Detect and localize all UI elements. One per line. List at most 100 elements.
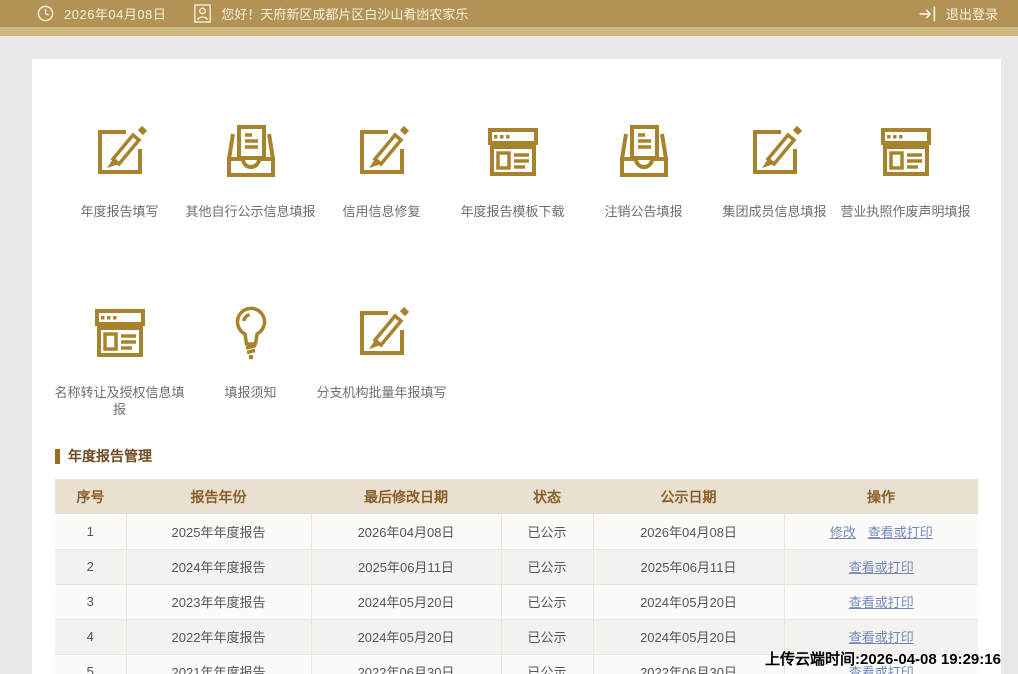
- table-row: 3 2023年年度报告 2024年05月20日 已公示 2024年05月20日 查看或打印: [55, 584, 978, 620]
- main-panel: 年度报告填写 其他自行公示信息填报 信用信息修复 年度报告模板下载 注销公告填报…: [32, 59, 1001, 674]
- current-date: 2026年04月08日: [64, 7, 167, 22]
- upload-time-overlay: 上传云端时间:2026-04-08 19:29:16: [765, 651, 1001, 668]
- menu-item-group-member-info-fill[interactable]: 集团成员信息填报: [709, 111, 840, 220]
- column-header-col-year: 报告年份: [126, 479, 311, 514]
- column-header-col-publish-date: 公示日期: [593, 479, 784, 514]
- menu-item-label: 分支机构批量年报填写: [316, 385, 447, 400]
- menu-item-branch-batch-annual-report-fill[interactable]: 分支机构批量年报填写: [316, 292, 447, 418]
- browser-list-icon: [487, 128, 538, 176]
- cell-index: 3: [55, 584, 127, 620]
- cell-publish-date: 2025年06月11日: [593, 549, 785, 585]
- cell-last-modified: 2026年04月08日: [311, 514, 502, 550]
- table-row: 2 2024年年度报告 2025年06月11日 已公示 2025年06月11日 查看或打印: [55, 549, 978, 585]
- menu-item-label: 集团成员信息填报: [722, 204, 827, 219]
- cell-actions: 查看或打印: [784, 549, 978, 585]
- cell-publish-date: 2024年05月20日: [593, 619, 785, 655]
- menu-icon-wrap: [611, 111, 677, 191]
- view-or-print-link[interactable]: 查看或打印: [849, 560, 914, 575]
- menu-icon-wrap: [218, 111, 284, 191]
- menu-icon-wrap: [480, 111, 546, 191]
- menu-item-label: 营业执照作废声明填报: [840, 204, 971, 219]
- topbar-accent-strip: [0, 27, 1018, 36]
- cell-last-modified: 2022年06月30日: [311, 654, 502, 674]
- browser-list-icon: [880, 128, 931, 176]
- section-title-marker: [55, 448, 60, 464]
- menu-item-name-transfer-authorization-fill[interactable]: 名称转让及授权信息填报: [54, 292, 185, 418]
- user-greeting: 您好！天府新区成都片区白沙山肴凼农家乐: [221, 7, 469, 22]
- column-header-col-actions: 操作: [784, 479, 978, 514]
- table-header-row: 序号 报告年份 最后修改日期 状态 公示日期 操作: [55, 479, 978, 514]
- cell-report-year: 2022年年度报告: [126, 619, 312, 655]
- lightbulb-icon: [235, 306, 266, 359]
- cell-publish-date: 2022年06月30日: [593, 654, 785, 674]
- menu-item-label: 年度报告模板下载: [460, 204, 565, 219]
- logout-label: 退出登录: [945, 7, 998, 22]
- menu-icon-wrap: [87, 111, 153, 191]
- menu-row-1: 年度报告填写 其他自行公示信息填报 信用信息修复 年度报告模板下载 注销公告填报…: [32, 111, 1001, 220]
- cell-last-modified: 2024年05月20日: [311, 619, 502, 655]
- cell-status: 已公示: [501, 514, 594, 550]
- cell-status: 已公示: [501, 619, 594, 655]
- cell-index: 5: [55, 654, 127, 674]
- view-or-print-link[interactable]: 查看或打印: [868, 525, 933, 540]
- menu-icon-wrap: [873, 111, 939, 191]
- edit-document-icon: [359, 125, 409, 174]
- logout-button[interactable]: 退出登录: [917, 4, 998, 23]
- cell-index: 2: [55, 549, 127, 585]
- cell-status: 已公示: [501, 549, 594, 585]
- cell-actions: 查看或打印: [784, 584, 978, 620]
- topbar-left: 2026年04月08日 您好！天府新区成都片区白沙山肴凼农家乐: [36, 4, 468, 23]
- cell-status: 已公示: [501, 584, 594, 620]
- menu-row-2: 名称转让及授权信息填报 填报须知 分支机构批量年报填写: [32, 292, 1001, 418]
- browser-list-icon: [94, 309, 145, 357]
- menu-icon-wrap: [349, 111, 415, 191]
- menu-item-label: 其他自行公示信息填报: [185, 204, 316, 219]
- cell-report-year: 2021年年度报告: [126, 654, 312, 674]
- menu-item-credit-info-repair[interactable]: 信用信息修复: [316, 111, 447, 220]
- cell-publish-date: 2024年05月20日: [593, 584, 785, 620]
- menu-icon-wrap: [218, 292, 284, 372]
- menu-item-label: 注销公告填报: [604, 204, 683, 219]
- inbox-document-icon: [226, 125, 275, 177]
- cell-actions: 修改 查看或打印: [784, 514, 978, 550]
- annual-report-table: 序号 报告年份 最后修改日期 状态 公示日期 操作 1 2025年年度报告 2026年04月0…: [55, 479, 978, 674]
- menu-item-annual-report-fill[interactable]: 年度报告填写: [54, 111, 185, 220]
- menu-item-label: 年度报告填写: [80, 204, 159, 219]
- cell-report-year: 2023年年度报告: [126, 584, 312, 620]
- menu-item-cancellation-notice-fill[interactable]: 注销公告填报: [578, 111, 709, 220]
- table-row: 1 2025年年度报告 2026年04月08日 已公示 2026年04月08日 修改 查看或…: [55, 514, 978, 550]
- cell-index: 4: [55, 619, 127, 655]
- column-header-col-index: 序号: [55, 479, 126, 514]
- cell-last-modified: 2025年06月11日: [311, 549, 502, 585]
- menu-item-other-publicity-info-fill[interactable]: 其他自行公示信息填报: [185, 111, 316, 220]
- section-title-text: 年度报告管理: [68, 448, 152, 464]
- view-or-print-link[interactable]: 查看或打印: [849, 595, 914, 610]
- section-title: 年度报告管理: [55, 446, 978, 466]
- edit-document-icon: [359, 306, 409, 355]
- edit-document-icon: [752, 125, 802, 174]
- annual-report-section: 年度报告管理 序号 报告年份 最后修改日期 状态 公示日期 操作 1 2025年年度报告 20…: [55, 446, 978, 674]
- column-header-col-status: 状态: [501, 479, 593, 514]
- clock-icon: [37, 5, 54, 22]
- column-header-col-modified: 最后修改日期: [311, 479, 501, 514]
- menu-item-label: 名称转让及授权信息填报: [54, 385, 185, 417]
- topbar: 2026年04月08日 您好！天府新区成都片区白沙山肴凼农家乐 退出登录: [0, 0, 1018, 27]
- menu-item-label: 信用信息修复: [342, 204, 421, 219]
- view-or-print-link[interactable]: 查看或打印: [849, 630, 914, 645]
- menu-item-filling-instructions[interactable]: 填报须知: [185, 292, 316, 418]
- modify-link[interactable]: 修改: [830, 525, 856, 540]
- menu-icon-wrap: [349, 292, 415, 372]
- cell-report-year: 2025年年度报告: [126, 514, 312, 550]
- cell-report-year: 2024年年度报告: [126, 549, 312, 585]
- cell-status: 已公示: [501, 654, 594, 674]
- cell-last-modified: 2024年05月20日: [311, 584, 502, 620]
- menu-item-label: 填报须知: [224, 385, 277, 400]
- menu-item-license-void-statement-fill[interactable]: 营业执照作废声明填报: [840, 111, 971, 220]
- inbox-document-icon: [619, 125, 668, 177]
- edit-document-icon: [97, 125, 147, 174]
- menu-icon-wrap: [87, 292, 153, 372]
- logout-icon: [919, 6, 936, 21]
- menu-item-report-template-download[interactable]: 年度报告模板下载: [447, 111, 578, 220]
- cell-index: 1: [55, 514, 127, 550]
- cell-publish-date: 2026年04月08日: [593, 514, 785, 550]
